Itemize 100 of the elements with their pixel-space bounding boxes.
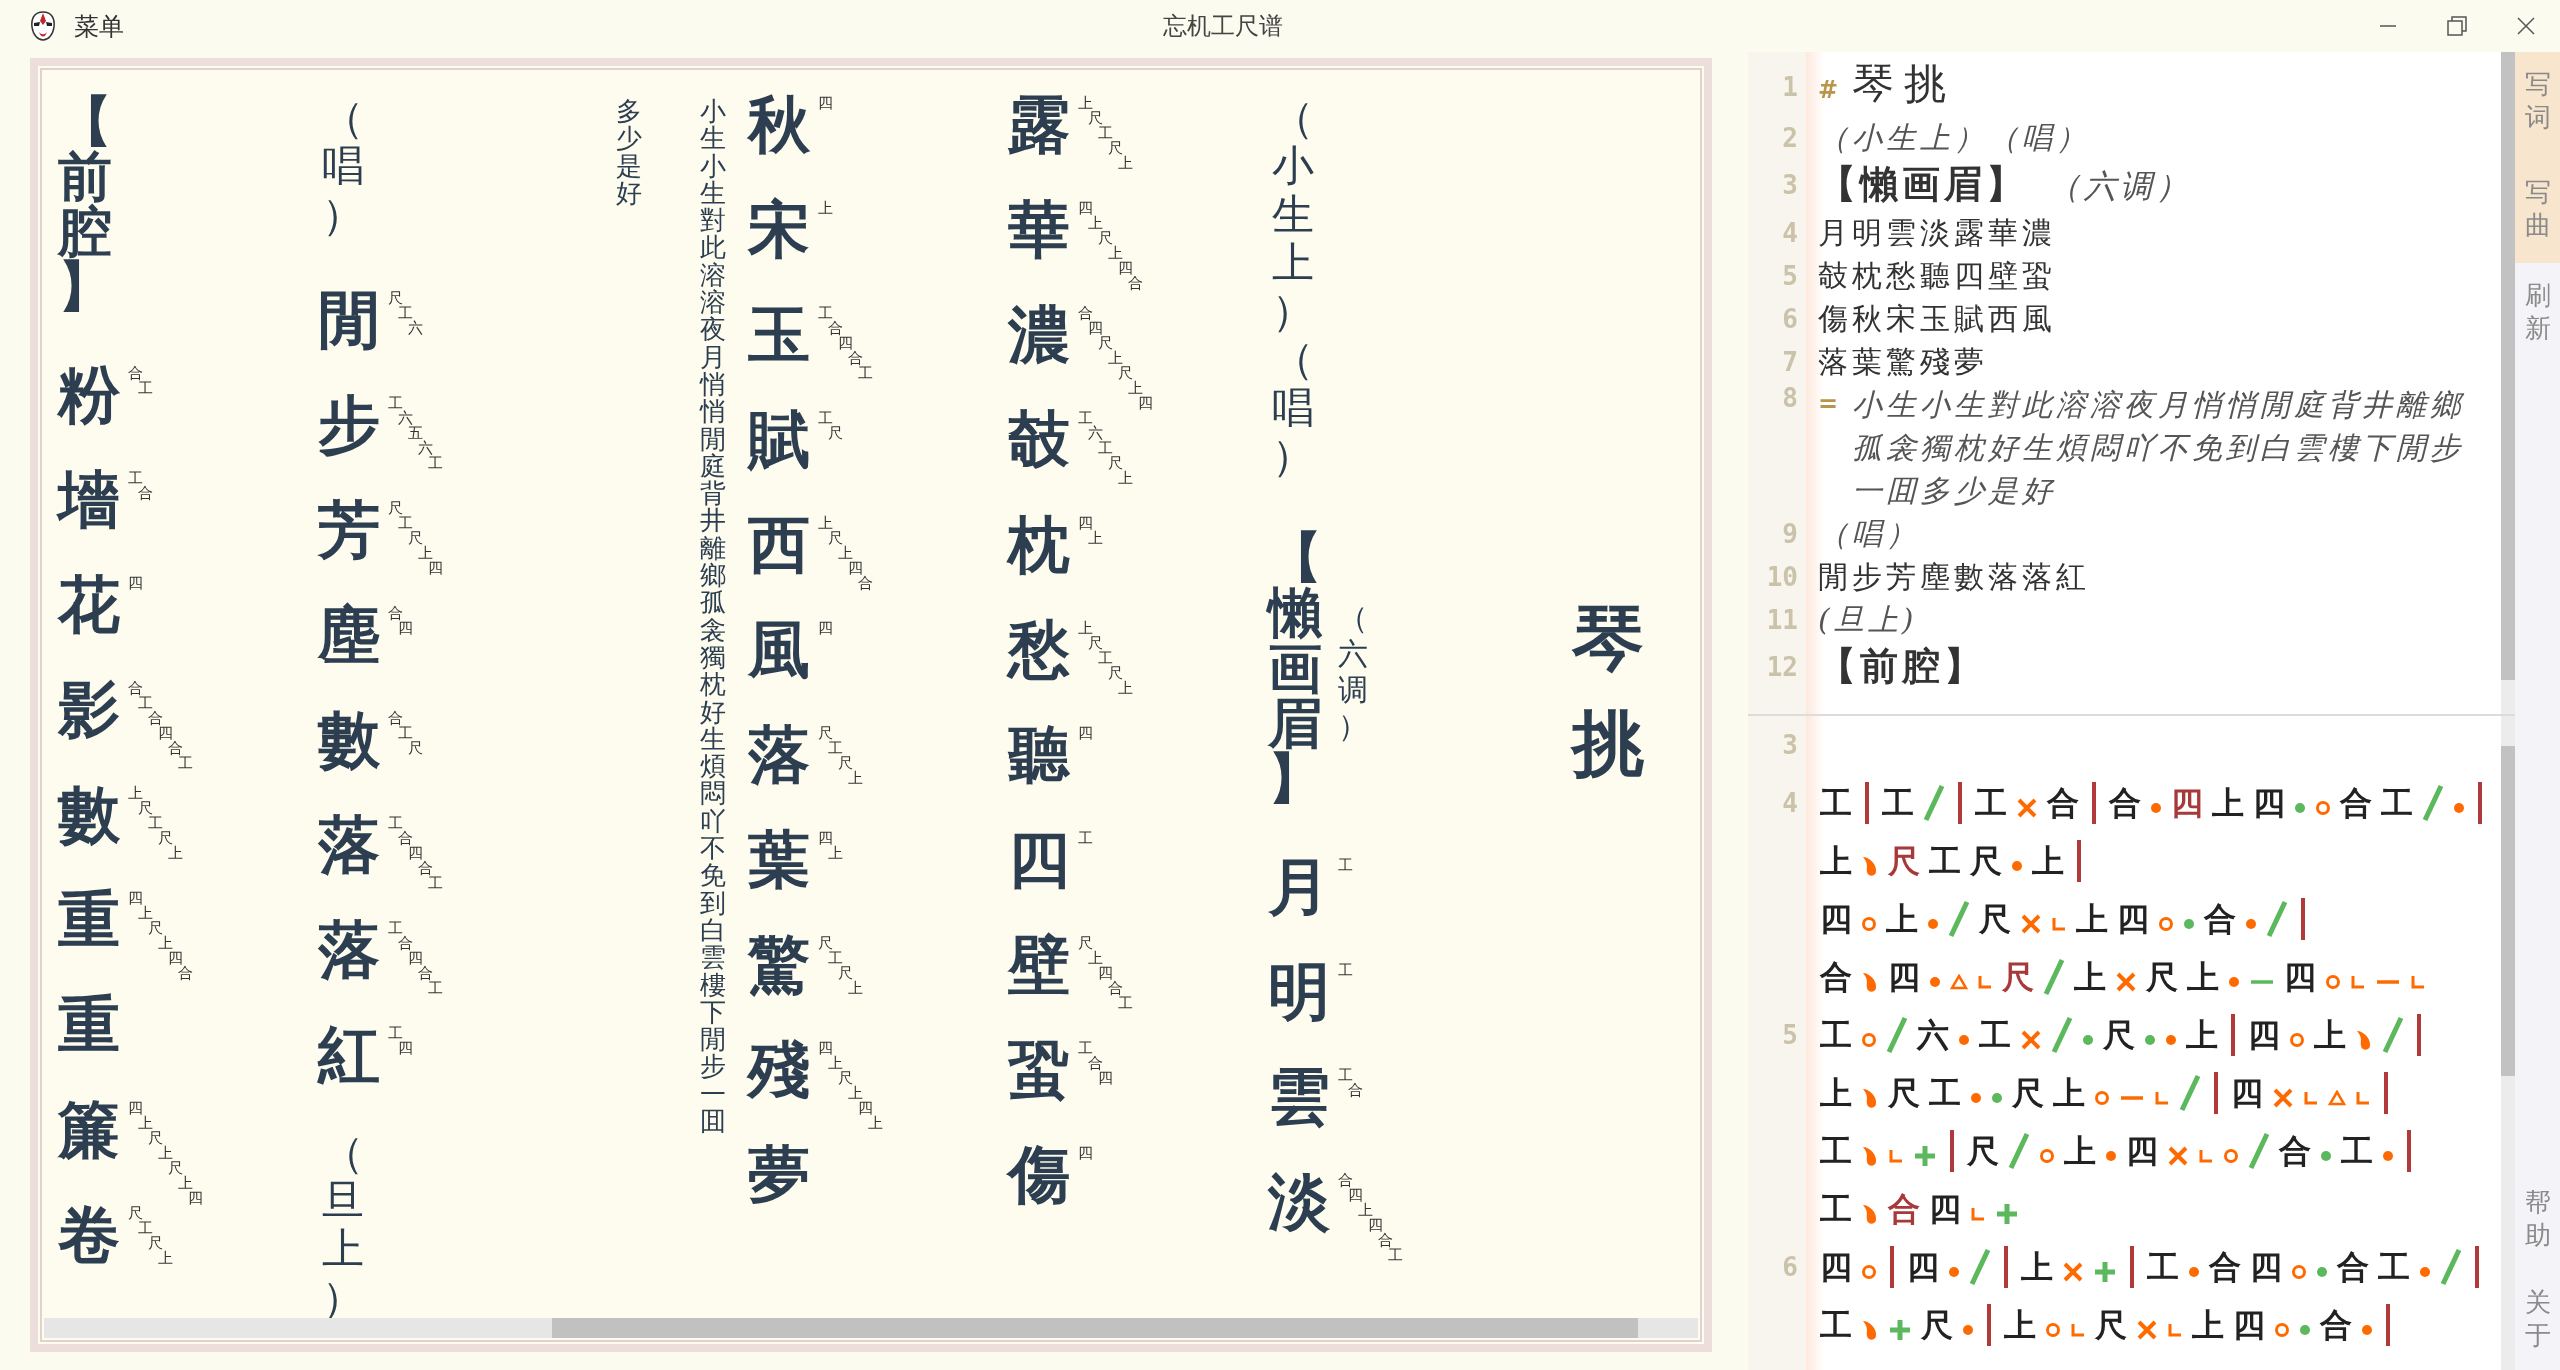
- side-button[interactable]: 关于: [2515, 1270, 2560, 1370]
- lyric-character: 粉: [58, 364, 121, 427]
- line-number: 3: [1781, 170, 1799, 200]
- notation-text: 工合四合工: [388, 920, 443, 996]
- cross-icon: [2167, 1145, 2189, 1167]
- note-symbol: 尺: [2002, 961, 2034, 993]
- plus-icon: [2093, 1260, 2117, 1284]
- note-symbol: 上: [2021, 1251, 2053, 1283]
- side-button[interactable]: 帮助: [2515, 1170, 2560, 1270]
- lyric-character: 數: [318, 708, 381, 771]
- cross-icon: [2016, 797, 2038, 819]
- note-symbol: 四: [2233, 1309, 2265, 1341]
- note-symbol: 工: [2381, 787, 2413, 819]
- stage-direction: （小生上）（唱）: [1272, 94, 1314, 481]
- side-button[interactable]: 刷新: [2515, 263, 2560, 373]
- notation-text: 四上尺上四上: [818, 1041, 883, 1131]
- mode-note: （六调）: [2048, 167, 2192, 205]
- side-button[interactable]: 写词: [2515, 52, 2560, 152]
- note-symbol: 六: [1917, 1019, 1949, 1051]
- note-symbol: 合: [2340, 787, 2372, 819]
- lyric-character: 驚: [748, 934, 811, 996]
- close-icon[interactable]: [2516, 16, 2536, 36]
- notation-text: 工合四合工: [818, 306, 873, 381]
- notation-text: 上尺工尺上: [1078, 621, 1133, 696]
- tune-title: 【懶画眉】: [1818, 161, 2028, 206]
- note-symbol: 四: [1820, 903, 1852, 935]
- cross-icon: [2020, 1029, 2042, 1051]
- note-symbol: 尺: [1979, 903, 2011, 935]
- drop-icon: [1861, 970, 1879, 994]
- triangle-icon: [1950, 974, 1968, 990]
- lyric-character: 傷: [1008, 1144, 1071, 1206]
- lyric-character: 簾: [58, 1099, 121, 1162]
- scrollbar-thumb[interactable]: [552, 1318, 1638, 1338]
- notation-text: 工合四合工: [388, 815, 443, 891]
- note-symbol: 四: [2117, 903, 2149, 935]
- note-symbol: 上: [2212, 787, 2244, 819]
- note-symbol: 四: [2248, 1019, 2280, 1051]
- drop-icon: [2355, 1028, 2373, 1052]
- notation-text: 工合: [128, 471, 153, 502]
- ring-icon: [1861, 916, 1877, 932]
- lyric-character: 落: [318, 918, 381, 981]
- note-symbol: 尺: [1967, 1135, 1999, 1167]
- ring-icon: [2291, 1264, 2307, 1280]
- note-symbol: 四: [2250, 1251, 2282, 1283]
- notation-text: 上尺上四合: [818, 516, 873, 591]
- note-symbol: 上: [2187, 961, 2219, 993]
- note-symbol: 工: [1882, 787, 1914, 819]
- dialogue-text: 小生小生對此溶溶夜月悄悄閒庭背井離鄉孤衾獨枕好生煩悶吖不免到白雲樓下閒步一囬: [700, 98, 726, 1138]
- note-symbol: 四: [1907, 1251, 1939, 1283]
- hook-icon: [2350, 974, 2366, 990]
- lyric-character: 閒: [318, 288, 381, 351]
- line-number: 5: [1781, 260, 1799, 291]
- notation-text: 上尺工尺上: [1078, 96, 1133, 171]
- line-number: 7: [1781, 346, 1799, 377]
- lyric-character: 四: [1008, 829, 1071, 891]
- lyric-line: 閒步芳塵數落落紅: [1818, 559, 2090, 594]
- notation-editor[interactable]: 3 4 工 工 工 合 合 四 上 四 合 工 上 尺 工 尺 上 四 上 尺 上 四 合 合 四 尺 上 尺 上 四 5 工 六 工 尺 上 四 上 上 尺 工 尺 上 四 工 尺 上 四 合 工 工 合 四 6 四 四 上 工 合 四 合 工 工 尺 上 尺 上 四 合: [1748, 716, 2515, 1370]
- line-number: 4: [1781, 217, 1799, 248]
- lyric-character: 蛩: [1008, 1039, 1071, 1101]
- note-symbol: 工: [2341, 1135, 2373, 1167]
- text-editor[interactable]: 1 # 琴挑 2 （小生上）（唱） 3 【懶画眉】 （六调） 4 月明雲淡露華濃 5 攲枕愁聽四壁蛩 6 傷秋宋玉賦西風 7 落葉驚殘夢 8 = 小生小生對此溶溶夜月悄悄閒庭背井離鄉孤衾獨枕好生煩悶吖不免到白雲樓下閒步一囬多少是好 9 （唱） 10 閒步芳塵數落落紅 11 (旦上) 12 【前腔】: [1748, 52, 2515, 716]
- ring-icon: [2315, 800, 2331, 816]
- notation-text: 四: [818, 621, 833, 636]
- line-number: 4: [1781, 787, 1799, 820]
- tune-title: 【前腔】: [1818, 643, 1986, 688]
- notation-text: 四: [128, 576, 143, 592]
- lyric-character: 紅: [318, 1023, 381, 1086]
- notation-text: 四: [1078, 1146, 1093, 1161]
- note-symbol: 尺: [1888, 845, 1920, 877]
- lyric-character: 雲: [1268, 1065, 1331, 1128]
- lyric-character: 聽: [1008, 724, 1071, 786]
- note-symbol: 上: [2032, 845, 2064, 877]
- side-button[interactable]: 写曲: [2515, 152, 2560, 263]
- note-symbol: 上: [1820, 1077, 1852, 1109]
- menu-button[interactable]: 菜单: [70, 7, 128, 45]
- lyric-character: 落: [318, 813, 381, 876]
- hook-icon: [2198, 1148, 2214, 1164]
- plus-icon: [1888, 1318, 1912, 1342]
- scrollbar-thumb[interactable]: [2501, 746, 2515, 1076]
- note-symbol: 尺: [1970, 845, 2002, 877]
- ring-icon: [2289, 1032, 2305, 1048]
- ring-icon: [2039, 1148, 2055, 1164]
- note-symbol: 尺: [2095, 1309, 2127, 1341]
- lyric-line: 月明雲淡露華濃: [1818, 215, 2056, 250]
- notation-text: 尺上四合工: [1078, 936, 1133, 1011]
- dialogue-text: 多少是好: [616, 98, 642, 210]
- notation-text: 尺工尺上: [818, 726, 863, 786]
- hook-icon: [2410, 974, 2426, 990]
- lyric-character: 卷: [58, 1204, 121, 1267]
- notation-text: 工: [1078, 831, 1093, 846]
- slash-icon: [2382, 1016, 2404, 1054]
- restore-icon[interactable]: [2446, 15, 2468, 37]
- lyric-character: 宋: [748, 199, 811, 261]
- lyric-character: 月: [1268, 855, 1331, 918]
- lyric-character: 明: [1268, 960, 1331, 1023]
- slash-icon: [2179, 1074, 2201, 1112]
- line-number: 9: [1781, 518, 1799, 549]
- hook-icon: [1888, 1148, 1904, 1164]
- note-symbol: 尺: [2012, 1077, 2044, 1109]
- notation-text: 四上: [1078, 516, 1103, 546]
